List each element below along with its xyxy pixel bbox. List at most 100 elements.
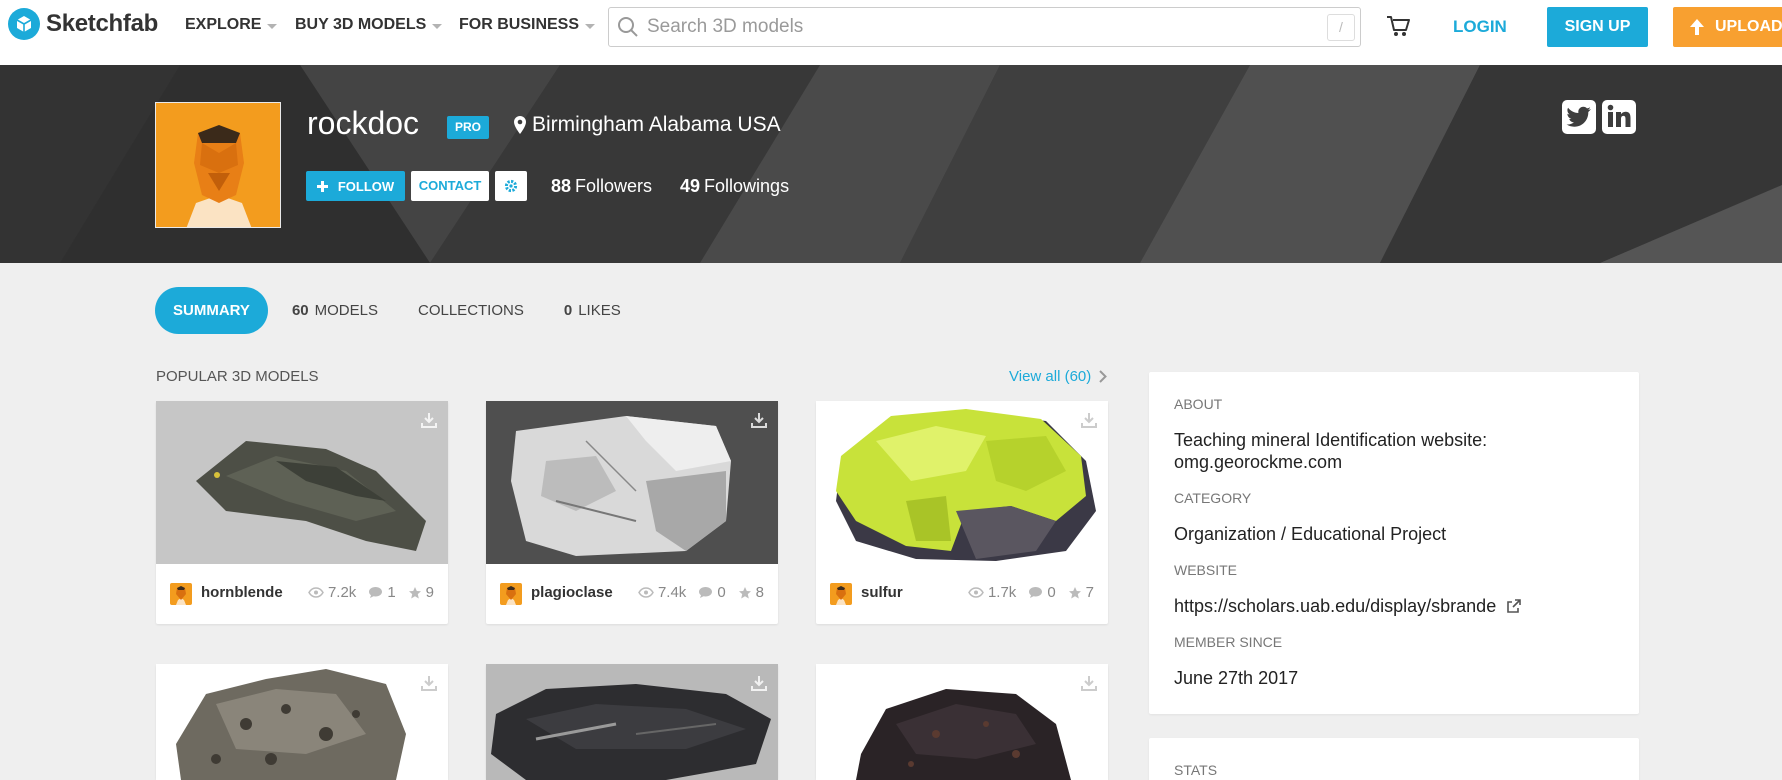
download-icon[interactable] [420,674,438,692]
vesicular-rock-image [176,669,406,780]
twitter-icon [1566,106,1591,127]
author-avatar[interactable] [830,583,852,605]
star-icon [738,586,751,598]
external-link-icon [1507,598,1522,613]
tab-collections[interactable]: COLLECTIONS [418,302,524,319]
comments-stat: 1 [368,584,396,601]
model-card[interactable] [486,664,778,780]
followings-link[interactable]: 49 Followings [680,176,789,197]
follow-button[interactable]: FOLLOW [306,171,405,201]
search-bar[interactable]: / [608,7,1361,47]
tab-summary[interactable]: SUMMARY [155,287,268,334]
views-stat: 1.7k [968,584,1016,601]
author-avatar[interactable] [500,583,522,605]
model-thumbnail[interactable] [156,664,448,780]
pro-badge: PRO [447,116,490,139]
login-link[interactable]: LOGIN [1453,17,1507,37]
avatar-face-icon [156,103,280,227]
download-icon[interactable] [750,674,768,692]
category-label: CATEGORY [1174,490,1252,506]
model-name[interactable]: plagioclase [531,584,613,601]
followers-link[interactable]: 88 Followers [551,176,652,197]
nav-for-business[interactable]: FOR BUSINESS [459,16,596,34]
upload-button[interactable]: UPLOAD [1673,7,1782,47]
logo-text: Sketchfab [46,10,159,37]
category-value: Organization / Educational Project [1174,524,1447,544]
map-marker-icon [514,116,526,134]
stats-panel: STATS [1149,738,1639,780]
top-header: Sketchfab EXPLORE BUY 3D MODELS FOR BUSI… [0,0,1782,65]
comment-icon [1029,587,1043,598]
comment-icon [699,587,713,598]
tab-models[interactable]: 60 MODELS [292,302,378,319]
view-all-link[interactable]: View all (60) [1009,368,1108,385]
followers-label: Followers [575,176,653,196]
followings-label: Followings [704,176,790,196]
chevron-right-icon [1099,370,1108,383]
model-card[interactable]: sulfur 1.7k 0 7 [816,401,1108,624]
contact-button[interactable]: CONTACT [411,171,489,201]
upload-arrow-icon [1690,19,1704,35]
download-icon[interactable] [1080,674,1098,692]
model-thumbnail[interactable] [156,401,448,564]
models-count: 60 [291,302,309,319]
model-name[interactable]: sulfur [861,584,903,601]
signup-button[interactable]: SIGN UP [1547,7,1648,47]
views-count: 7.2k [327,584,357,601]
plus-icon [316,180,328,192]
cart-icon[interactable] [1385,14,1411,38]
model-card[interactable]: hornblende 7.2k 1 9 [156,401,448,624]
followers-count: 88 [551,176,572,196]
profile-tabs: SUMMARY 60 MODELS COLLECTIONS 0 LIKES [155,287,661,334]
chevron-down-icon [267,23,278,29]
model-name[interactable]: hornblende [201,584,283,601]
twitter-button[interactable] [1562,100,1596,134]
likes-stat: 7 [1068,584,1094,601]
model-thumbnail[interactable] [816,401,1108,564]
nav-explore-label: EXPLORE [185,16,262,33]
linkedin-button[interactable] [1602,100,1636,134]
nav-buy-label: BUY 3D MODELS [295,16,427,33]
hornblende-rock-image [196,441,426,551]
eye-icon [308,587,324,598]
about-label: ABOUT [1174,396,1223,412]
model-thumbnail[interactable] [486,664,778,780]
settings-button[interactable] [495,171,527,201]
download-icon[interactable] [750,411,768,429]
stats-label: STATS [1174,762,1218,778]
tab-likes[interactable]: 0 LIKES [564,302,621,319]
views-count: 1.7k [987,584,1017,601]
sketchfab-logo[interactable]: Sketchfab [8,8,158,40]
download-icon[interactable] [420,411,438,429]
model-thumbnail[interactable] [486,401,778,564]
comments-count: 0 [1047,584,1056,601]
model-card[interactable] [156,664,448,780]
sulfur-rock-image [836,409,1096,561]
download-icon[interactable] [1080,411,1098,429]
website-url: https://scholars.uab.edu/display/sbrande [1174,596,1497,616]
profile-username: rockdoc [307,105,420,141]
nav-explore[interactable]: EXPLORE [185,16,278,34]
member-since-value: June 27th 2017 [1174,668,1299,688]
search-shortcut-key: / [1327,14,1355,41]
model-card[interactable] [816,664,1108,780]
eye-icon [968,587,984,598]
profile-avatar[interactable] [155,102,281,228]
likes-count: 9 [425,584,434,601]
star-icon [408,586,421,598]
author-avatar[interactable] [170,583,192,605]
comments-count: 0 [717,584,726,601]
model-stats: 7.2k 1 9 [308,584,434,601]
follow-label: FOLLOW [337,178,395,194]
search-input[interactable] [647,14,1287,40]
nav-business-label: FOR BUSINESS [459,16,580,33]
views-count: 7.4k [657,584,687,601]
comments-stat: 0 [698,584,726,601]
model-thumbnail[interactable] [816,664,1108,780]
model-stats: 1.7k 0 7 [968,584,1094,601]
website-link[interactable]: https://scholars.uab.edu/display/sbrande [1174,595,1522,617]
nav-buy-3d-models[interactable]: BUY 3D MODELS [295,16,443,34]
model-meta: sulfur 1.7k 0 7 [816,564,1108,624]
model-meta: hornblende 7.2k 1 9 [156,564,448,624]
model-card[interactable]: plagioclase 7.4k 0 8 [486,401,778,624]
